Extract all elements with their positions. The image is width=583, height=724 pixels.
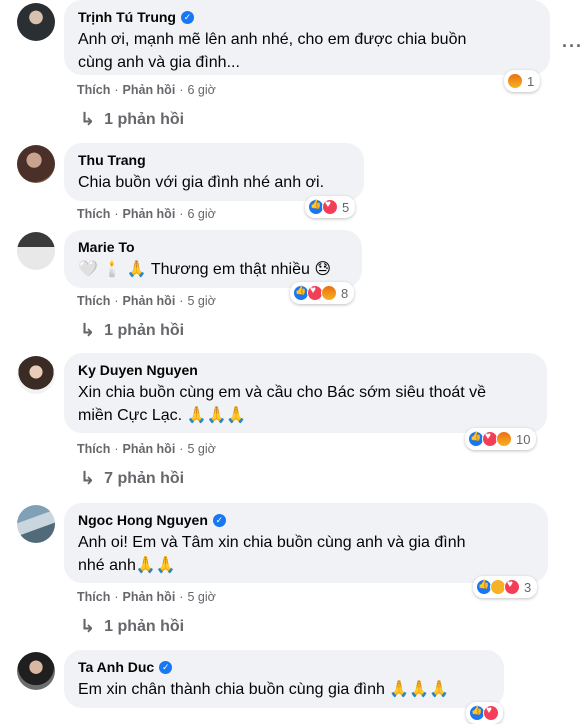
like-link[interactable]: Thích (77, 83, 110, 97)
reply-link[interactable]: Phản hồi (123, 83, 176, 97)
author-name[interactable]: Ky Duyen Nguyen (78, 361, 198, 379)
comment-bubble: Trịnh Tú Trung ✓ Anh ơi, mạnh mẽ lên anh… (64, 0, 550, 75)
like-link[interactable]: Thích (77, 442, 110, 456)
reply-arrow-icon: ↳ (80, 468, 96, 488)
comment-bubble: Thu Trang Chia buồn với gia đình nhé anh… (64, 143, 364, 201)
view-replies-link[interactable]: ↳ 1 phản hồi (80, 109, 184, 130)
comment-actions: Thích · Phản hồi · 5 giờ (77, 590, 216, 604)
timestamp[interactable]: 5 giờ (187, 294, 215, 308)
comment-actions: Thích · Phản hồi · 5 giờ (77, 294, 216, 308)
view-replies-link[interactable]: ↳ 1 phản hồi (80, 616, 184, 637)
comment-text: Anh ơi, mạnh mẽ lên anh nhé, cho em được… (78, 31, 467, 71)
like-link[interactable]: Thích (77, 590, 110, 604)
avatar[interactable] (17, 3, 55, 41)
reply-link[interactable]: Phản hồi (123, 207, 176, 221)
reaction-summary[interactable]: 1 (504, 70, 541, 92)
comment-bubble: Marie To 🤍 🕯️ 🙏 Thương em thật nhiều 😓 (64, 230, 362, 288)
comment-bubble: Ngoc Hong Nguyen ✓ Anh oi! Em và Tâm xin… (64, 503, 548, 583)
avatar[interactable] (17, 652, 55, 690)
comment-bubble: Ky Duyen Nguyen Xin chia buồn cùng em và… (64, 353, 547, 433)
reply-link[interactable]: Phản hồi (123, 442, 176, 456)
avatar[interactable] (17, 505, 55, 543)
love-reaction-icon (483, 705, 499, 721)
verified-badge-icon: ✓ (159, 660, 173, 674)
reaction-summary[interactable]: 10 (465, 428, 537, 450)
timestamp[interactable]: 5 giờ (187, 590, 215, 604)
comment-text: Chia buồn với gia đình nhé anh ơi. (78, 174, 325, 191)
author-name[interactable]: Ta Anh Duc (78, 658, 154, 676)
avatar[interactable] (17, 356, 55, 394)
angry-reaction-icon (321, 285, 337, 301)
author-name[interactable]: Thu Trang (78, 151, 146, 169)
reaction-summary[interactable] (466, 702, 503, 724)
reply-link[interactable]: Phản hồi (123, 294, 176, 308)
verified-badge-icon: ✓ (181, 10, 194, 24)
avatar[interactable] (17, 232, 55, 270)
reply-link[interactable]: Phản hồi (123, 590, 176, 604)
view-replies-link[interactable]: ↳ 7 phản hồi (80, 468, 184, 489)
timestamp[interactable]: 5 giờ (187, 442, 215, 456)
comment-text: Anh oi! Em và Tâm xin chia buồn cùng anh… (78, 534, 466, 574)
reaction-summary[interactable]: 8 (290, 282, 355, 304)
love-reaction-icon (504, 579, 520, 595)
verified-badge-icon: ✓ (212, 513, 226, 527)
author-name[interactable]: Trịnh Tú Trung (78, 8, 176, 26)
comment-bubble: Ta Anh Duc ✓ Em xin chân thành chia buồn… (64, 650, 504, 708)
avatar[interactable] (17, 145, 55, 183)
comment-actions: Thích · Phản hồi · 5 giờ (77, 442, 216, 456)
love-reaction-icon (322, 199, 338, 215)
angry-reaction-icon (496, 431, 512, 447)
reply-arrow-icon: ↳ (80, 320, 96, 340)
like-link[interactable]: Thích (77, 294, 110, 308)
comment-text: Em xin chân thành chia buồn cùng gia đìn… (78, 681, 450, 698)
reply-arrow-icon: ↳ (80, 109, 96, 129)
reaction-summary[interactable]: 5 (305, 196, 356, 218)
view-replies-link[interactable]: ↳ 1 phản hồi (80, 320, 184, 341)
comment-text: 🤍 🕯️ 🙏 Thương em thật nhiều 😓 (78, 261, 332, 278)
like-link[interactable]: Thích (77, 207, 110, 221)
comment-text: Xin chia buồn cùng em và cầu cho Bác sớm… (78, 384, 487, 424)
timestamp[interactable]: 6 giờ (187, 207, 215, 221)
timestamp[interactable]: 6 giờ (187, 83, 215, 97)
comment-actions: Thích · Phản hồi · 6 giờ (77, 207, 216, 221)
reply-arrow-icon: ↳ (80, 616, 96, 636)
author-name[interactable]: Marie To (78, 238, 135, 256)
author-name[interactable]: Ngoc Hong Nguyen (78, 511, 208, 529)
comment-actions: Thích · Phản hồi · 6 giờ (77, 83, 216, 97)
angry-reaction-icon (507, 73, 523, 89)
reaction-summary[interactable]: 3 (473, 576, 538, 598)
more-options-icon[interactable]: ··· (562, 36, 583, 57)
